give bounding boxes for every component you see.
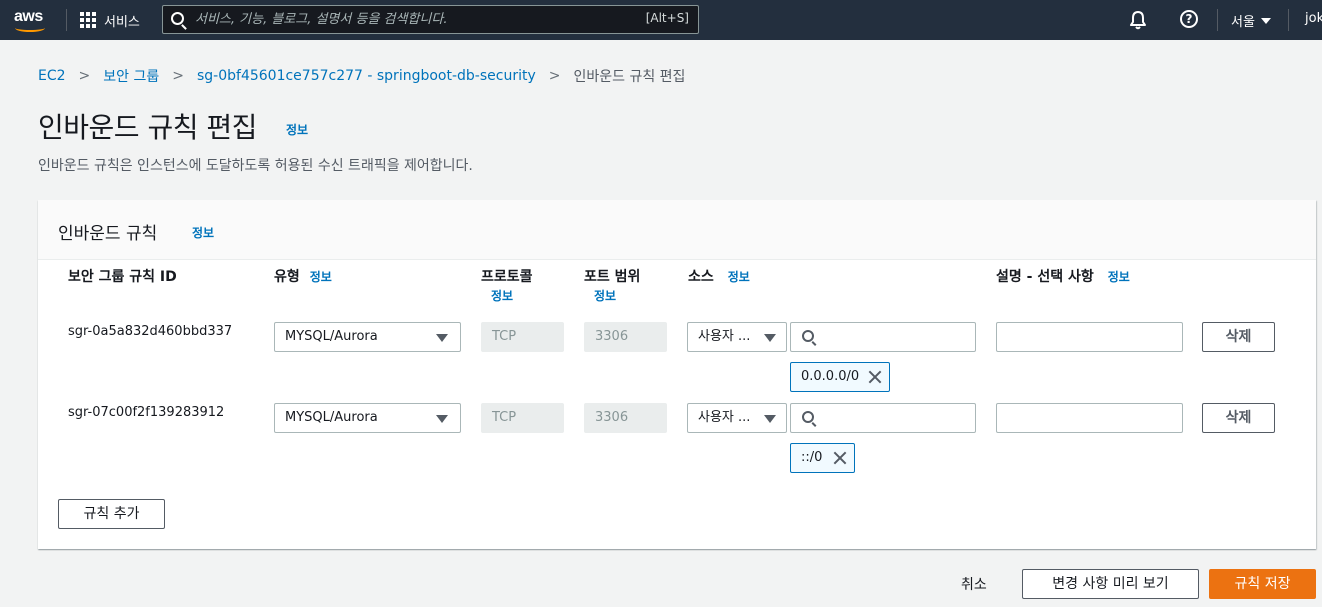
aws-logo[interactable]: aws (12, 6, 52, 34)
services-menu-button[interactable]: 서비스 (80, 8, 140, 32)
breadcrumb-separator: > (78, 68, 91, 84)
description-input[interactable] (996, 322, 1183, 352)
global-search[interactable]: [Alt+S] (162, 5, 699, 34)
protocol-field: TCP (481, 403, 564, 433)
add-rule-button[interactable]: 규칙 추가 (58, 499, 165, 529)
delete-rule-button[interactable]: 삭제 (1202, 403, 1275, 433)
services-label: 서비스 (104, 14, 140, 30)
top-navigation: aws 서비스 [Alt+S] ? 서울 jok (0, 0, 1322, 40)
source-token: ::/0 (790, 443, 855, 473)
port-range-field: 3306 (584, 403, 667, 433)
source-token: 0.0.0.0/0 (790, 362, 890, 392)
preview-changes-button[interactable]: 변경 사항 미리 보기 (1022, 569, 1199, 599)
nav-divider (1217, 9, 1218, 31)
page-title: 인바운드 규칙 편집 (38, 111, 257, 144)
type-select-value: MYSQL/Aurora (285, 410, 378, 425)
caret-down-icon (764, 415, 776, 423)
column-label: 소스 (688, 269, 714, 285)
rule-id: sgr-0a5a832d460bbd337 (68, 324, 233, 339)
panel-header: 인바운드 규칙 정보 (38, 200, 1316, 260)
source-info-link[interactable]: 정보 (728, 270, 750, 284)
search-shortcut: [Alt+S] (645, 11, 689, 25)
rule-id: sgr-07c00f2f139283912 (68, 405, 225, 420)
source-token-value: ::/0 (801, 450, 823, 465)
breadcrumb-separator: > (548, 68, 561, 84)
cancel-button[interactable]: 취소 (961, 574, 987, 594)
breadcrumb-security-group[interactable]: sg-0bf45601ce757c277 - springboot-db-sec… (197, 68, 536, 84)
page-description: 인바운드 규칙은 인스턴스에 도달하도록 허용된 수신 트래픽을 제어합니다. (38, 158, 473, 174)
breadcrumb: EC2 > 보안 그룹 > sg-0bf45601ce757c277 - spr… (38, 66, 685, 86)
user-menu[interactable]: jok (1305, 11, 1322, 26)
region-label: 서울 (1231, 15, 1255, 30)
breadcrumb-separator: > (172, 68, 184, 84)
column-header-source: 소스 정보 (688, 266, 750, 286)
breadcrumb-security-groups[interactable]: 보안 그룹 (103, 66, 159, 86)
caret-down-icon (436, 334, 448, 342)
column-header-protocol: 프로토콜 (481, 266, 533, 286)
search-icon (802, 330, 814, 342)
port-range-field: 3306 (584, 322, 667, 352)
column-header-rule-id: 보안 그룹 규칙 ID (68, 266, 177, 286)
source-search-input[interactable] (790, 403, 976, 433)
column-label: 보안 그룹 규칙 ID (68, 269, 177, 285)
type-select[interactable]: MYSQL/Aurora (274, 403, 461, 433)
caret-down-icon (436, 415, 448, 423)
column-header-type: 유형 정보 (274, 266, 332, 286)
save-rules-button[interactable]: 규칙 저장 (1209, 569, 1316, 599)
column-label: 설명 - 선택 사항 (996, 269, 1094, 285)
source-token-value: 0.0.0.0/0 (801, 369, 860, 384)
type-select[interactable]: MYSQL/Aurora (274, 322, 461, 352)
description-input[interactable] (996, 403, 1183, 433)
region-selector[interactable]: 서울 (1231, 11, 1271, 30)
port-range-info-link[interactable]: 정보 (594, 287, 616, 304)
caret-down-icon (764, 334, 776, 342)
protocol-info-link[interactable]: 정보 (491, 287, 513, 304)
caret-down-icon (1260, 17, 1271, 24)
column-header-description: 설명 - 선택 사항 정보 (996, 266, 1130, 286)
column-label: 프로토콜 (481, 269, 533, 285)
page-info-link[interactable]: 정보 (286, 121, 308, 138)
source-type-select[interactable]: 사용자 ... (687, 322, 787, 352)
source-search-input[interactable] (790, 322, 976, 352)
type-info-link[interactable]: 정보 (310, 270, 332, 284)
breadcrumb-ec2[interactable]: EC2 (38, 68, 66, 84)
type-select-value: MYSQL/Aurora (285, 329, 378, 344)
inbound-rules-panel: 인바운드 규칙 정보 보안 그룹 규칙 ID 유형 정보 프로토콜 정보 포트 범… (38, 200, 1316, 549)
search-icon (171, 12, 184, 25)
delete-rule-button[interactable]: 삭제 (1202, 322, 1275, 352)
help-icon[interactable]: ? (1180, 10, 1198, 28)
grid-icon (80, 11, 97, 29)
column-header-port-range: 포트 범위 (584, 266, 640, 286)
bell-icon[interactable] (1129, 10, 1147, 30)
source-type-select[interactable]: 사용자 ... (687, 403, 787, 433)
aws-smile-icon (15, 24, 45, 32)
panel-info-link[interactable]: 정보 (192, 224, 214, 241)
search-icon (802, 411, 814, 423)
source-type-value: 사용자 ... (698, 410, 751, 425)
protocol-field: TCP (481, 322, 564, 352)
close-icon[interactable] (832, 450, 848, 466)
panel-title: 인바운드 규칙 (58, 224, 158, 244)
breadcrumb-current: 인바운드 규칙 편집 (573, 69, 686, 85)
column-label: 유형 (274, 269, 300, 285)
search-input[interactable] (195, 9, 635, 30)
column-label: 포트 범위 (584, 269, 641, 285)
description-info-link[interactable]: 정보 (1108, 270, 1130, 284)
close-icon[interactable] (867, 369, 883, 385)
nav-divider (66, 9, 67, 31)
nav-divider (1288, 9, 1289, 31)
source-type-value: 사용자 ... (698, 329, 751, 344)
